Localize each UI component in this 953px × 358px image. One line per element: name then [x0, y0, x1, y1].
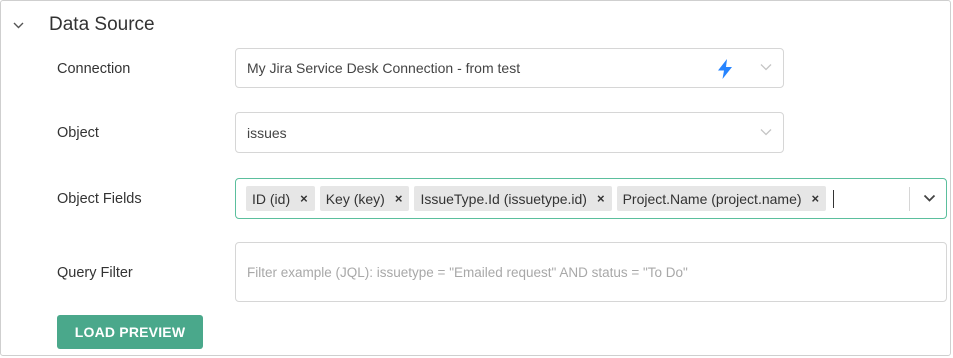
chip-label: Project.Name (project.name)	[622, 190, 802, 207]
field-divider	[909, 187, 910, 211]
object-label: Object	[57, 125, 99, 141]
connection-label: Connection	[57, 61, 131, 77]
chip-remove-icon[interactable]: ×	[812, 191, 820, 206]
chip-label: Key (key)	[325, 190, 385, 207]
connection-row: Connection	[57, 57, 235, 81]
query-filter-row: Query Filter	[57, 261, 235, 285]
lightning-bolt-icon	[716, 58, 734, 80]
chip-label: ID (id)	[252, 190, 291, 207]
object-row: Object	[57, 121, 235, 145]
connection-select[interactable]: My Jira Service Desk Connection - from t…	[235, 48, 784, 88]
field-chip: IssueType.Id (issuetype.id) ×	[414, 186, 612, 211]
data-source-panel: Data Source Connection My Jira Service D…	[0, 0, 951, 356]
object-fields-multiselect[interactable]: ID (id) × Key (key) × IssueType.Id (issu…	[235, 178, 947, 219]
field-chip: ID (id) ×	[246, 186, 315, 211]
field-chip: Project.Name (project.name) ×	[616, 186, 827, 211]
object-fields-row: Object Fields	[57, 187, 235, 211]
query-filter-placeholder: Filter example (JQL): issuetype = "Email…	[247, 264, 688, 280]
chip-label: IssueType.Id (issuetype.id)	[420, 190, 587, 207]
section-title: Data Source	[49, 14, 155, 35]
connection-value: My Jira Service Desk Connection - from t…	[247, 60, 521, 76]
section-header: Data Source	[11, 11, 155, 39]
query-filter-label: Query Filter	[57, 265, 133, 281]
text-cursor[interactable]	[833, 189, 835, 208]
object-value: issues	[247, 124, 287, 141]
chevron-down-icon[interactable]	[923, 194, 936, 203]
chip-remove-icon[interactable]: ×	[300, 191, 308, 206]
collapse-chevron-icon[interactable]	[11, 18, 25, 32]
chevron-down-icon[interactable]	[760, 128, 772, 136]
query-filter-input[interactable]: Filter example (JQL): issuetype = "Email…	[235, 242, 947, 302]
object-fields-label: Object Fields	[57, 191, 142, 207]
chip-remove-icon[interactable]: ×	[395, 191, 403, 206]
object-select[interactable]: issues	[235, 112, 784, 153]
chevron-down-icon[interactable]	[760, 63, 772, 71]
chip-remove-icon[interactable]: ×	[597, 191, 605, 206]
field-chip: Key (key) ×	[319, 186, 410, 211]
load-preview-button[interactable]: LOAD PREVIEW	[57, 315, 203, 349]
